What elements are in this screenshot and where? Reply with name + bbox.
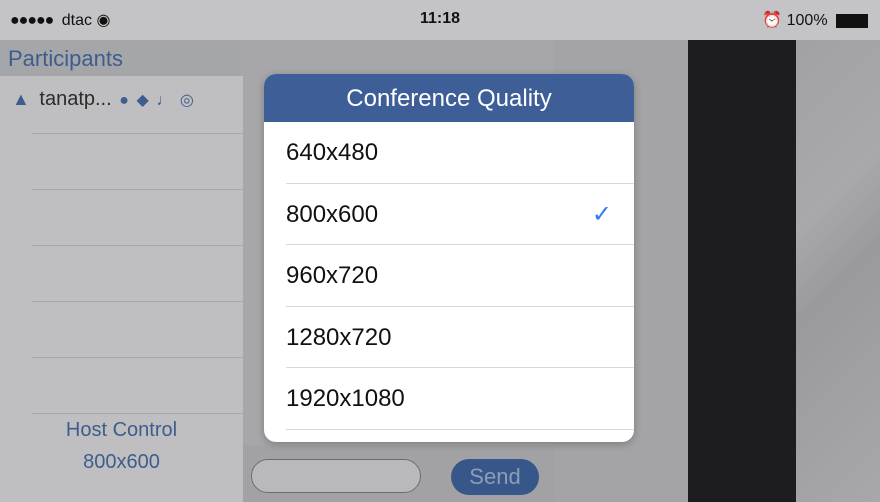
participant-name: tanatp... bbox=[39, 88, 112, 110]
send-button[interactable]: Send bbox=[451, 459, 539, 495]
microphone-icon[interactable]: ♩ bbox=[156, 92, 172, 109]
divider bbox=[286, 428, 634, 430]
dialog-title: Conference Quality bbox=[264, 74, 634, 122]
quality-option[interactable]: 960x720 bbox=[264, 245, 634, 307]
participants-title: Participants bbox=[0, 40, 243, 76]
divider bbox=[32, 413, 243, 414]
option-label: 800x600 bbox=[286, 200, 379, 228]
quality-option-selected[interactable]: 800x600 ✓ bbox=[264, 184, 634, 246]
user-icon: ▲ bbox=[12, 89, 30, 109]
participants-panel: Participants ▲ tanatp... ● ◆ ♩ ◎ Host Co… bbox=[0, 40, 243, 502]
status-time: 11:18 bbox=[419, 10, 461, 27]
divider bbox=[32, 301, 243, 302]
divider bbox=[32, 357, 243, 358]
chat-input[interactable] bbox=[251, 459, 421, 493]
host-resolution-label: 800x600 bbox=[83, 451, 160, 473]
private-chat-icon[interactable]: ◆ bbox=[136, 92, 148, 109]
option-label: 960x720 bbox=[286, 262, 379, 290]
chat-bubble-icon[interactable]: ● bbox=[119, 92, 129, 109]
battery-percent: 100% bbox=[786, 12, 828, 29]
alarm-icon: ⏰ bbox=[762, 12, 783, 29]
chat-bar: Send bbox=[243, 445, 554, 502]
divider bbox=[32, 245, 243, 246]
battery-icon bbox=[836, 13, 868, 28]
status-bar: ●●●●● dtac ◉ 11:18 ⏰ 100% bbox=[0, 0, 880, 40]
quality-option[interactable]: 1920x1080 bbox=[264, 368, 634, 430]
checkmark-icon: ✓ bbox=[591, 200, 612, 228]
option-label: 1280x720 bbox=[286, 323, 392, 351]
video-image bbox=[796, 0, 880, 502]
divider bbox=[32, 189, 243, 190]
option-label: 1920x1080 bbox=[286, 385, 405, 413]
quality-option[interactable]: 640x480 bbox=[264, 122, 634, 184]
status-right: ⏰ 100% bbox=[762, 10, 868, 30]
quality-option[interactable]: 1280x720 bbox=[264, 307, 634, 369]
option-label: 640x480 bbox=[286, 139, 379, 166]
conference-quality-dialog: Conference Quality 640x480 800x600 ✓ 960… bbox=[264, 74, 634, 442]
camera-icon[interactable]: ◎ bbox=[180, 92, 194, 109]
participant-row[interactable]: ▲ tanatp... ● ◆ ♩ ◎ bbox=[12, 88, 194, 111]
video-panel bbox=[688, 0, 796, 502]
host-control-button[interactable]: Host Control bbox=[0, 419, 243, 442]
divider bbox=[32, 133, 243, 134]
